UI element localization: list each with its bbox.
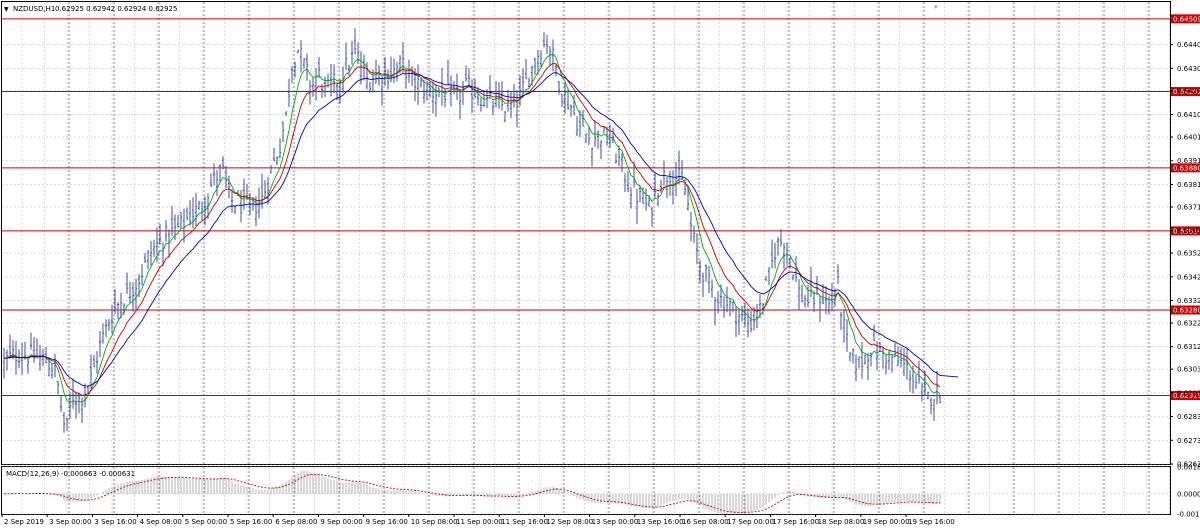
price-tick-label: 0.63715 bbox=[1177, 203, 1200, 211]
time-tick-label: 5 Sep 16:00 bbox=[230, 518, 272, 526]
price-tick-label: 0.63225 bbox=[1177, 320, 1200, 328]
price-tick-label: 0.62930 bbox=[1177, 389, 1200, 397]
time-tick-label: 12 Sep 08:00 bbox=[546, 518, 593, 526]
price-tick-label: 0.64105 bbox=[1177, 111, 1200, 119]
price-tick-label: 0.64300 bbox=[1177, 65, 1200, 73]
price-tick-label: 0.62730 bbox=[1177, 437, 1200, 445]
level-price-label: 0.63280 bbox=[1173, 307, 1200, 315]
collapse-arrow-icon[interactable]: ▼ bbox=[4, 6, 9, 13]
level-price-label: 0.64509 bbox=[1173, 15, 1200, 23]
price-tick-label: 0.63320 bbox=[1177, 297, 1200, 305]
macd-tick-label: 0.00000 bbox=[1177, 490, 1200, 498]
macd-tick-label: 0.00184 bbox=[1177, 464, 1200, 472]
time-tick-label: 19 Sep 16:00 bbox=[908, 518, 955, 526]
price-tick-label: 0.64205 bbox=[1177, 87, 1200, 95]
time-tick-label: 17 Sep 16:00 bbox=[772, 518, 819, 526]
macd-values: -0.000663 -0.000631 bbox=[61, 470, 135, 478]
macd-tick-label: -0.00138 bbox=[1177, 511, 1200, 519]
price-axis: 0.64400 0.64300 0.64205 0.64105 0.64010 0.639… bbox=[1170, 41, 1200, 519]
time-tick-label: 19 Sep 00:00 bbox=[863, 518, 910, 526]
price-tick-label: 0.64010 bbox=[1177, 134, 1200, 142]
time-tick-label: 13 Sep 16:00 bbox=[637, 518, 684, 526]
time-tick-label: 9 Sep 00:00 bbox=[320, 518, 362, 526]
price-tick-label: 0.63030 bbox=[1177, 366, 1200, 374]
price-tick-label: 0.63810 bbox=[1177, 181, 1200, 189]
macd-label: MACD(12,26,9) bbox=[6, 470, 59, 478]
time-axis: 2 Sep 2019 3 Sep 00:00 3 Sep 16:00 4 Sep 08… bbox=[1, 514, 955, 526]
price-tick-label: 0.63125 bbox=[1177, 343, 1200, 351]
time-tick-label: 13 Sep 00:00 bbox=[592, 518, 639, 526]
ohlc-values: 0.62925 0.62942 0.62924 0.62925 bbox=[55, 5, 177, 13]
time-tick-label: 9 Sep 16:00 bbox=[366, 518, 408, 526]
time-tick-label: 16 Sep 08:00 bbox=[682, 518, 729, 526]
price-tick-label: 0.63615 bbox=[1177, 227, 1200, 235]
time-tick-label: 4 Sep 08:00 bbox=[140, 518, 182, 526]
close-indicator-icon[interactable]: ▾ bbox=[934, 3, 938, 11]
price-tick-label: 0.63910 bbox=[1177, 157, 1200, 165]
time-tick-label: 2 Sep 2019 bbox=[4, 518, 44, 526]
time-tick-label: 5 Sep 00:00 bbox=[185, 518, 227, 526]
time-tick-label: 10 Sep 08:00 bbox=[411, 518, 458, 526]
trading-chart[interactable]: 0.645090.642020.638800.636140.632800.629… bbox=[0, 0, 1200, 531]
time-tick-label: 11 Sep 00:00 bbox=[456, 518, 503, 526]
time-tick-label: 3 Sep 00:00 bbox=[49, 518, 91, 526]
price-tick-label: 0.64400 bbox=[1177, 41, 1200, 49]
time-tick-label: 18 Sep 08:00 bbox=[818, 518, 865, 526]
price-tick-label: 0.62830 bbox=[1177, 413, 1200, 421]
price-tick-label: 0.63420 bbox=[1177, 273, 1200, 281]
time-tick-label: 6 Sep 08:00 bbox=[275, 518, 317, 526]
macd-panel[interactable] bbox=[1, 466, 1171, 515]
time-tick-label: 17 Sep 00:00 bbox=[727, 518, 774, 526]
symbol-label: NZDUSD,H1 bbox=[13, 5, 55, 13]
time-tick-label: 11 Sep 16:00 bbox=[501, 518, 548, 526]
level-price-label: 0.63880 bbox=[1173, 164, 1200, 172]
price-tick-label: 0.63520 bbox=[1177, 250, 1200, 258]
time-tick-label: 3 Sep 16:00 bbox=[94, 518, 136, 526]
